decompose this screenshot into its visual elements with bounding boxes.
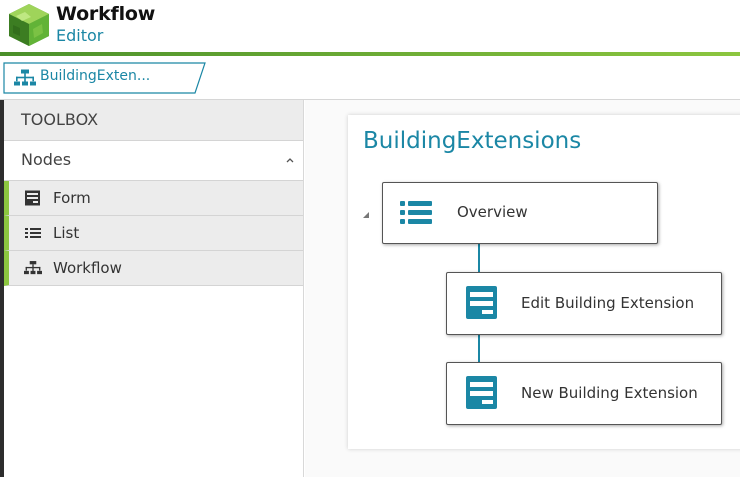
workflow-canvas[interactable]: BuildingExtensions Overview Edit Buildin… bbox=[305, 100, 740, 477]
tab-building-extensions[interactable]: BuildingExten... bbox=[3, 62, 206, 94]
node-connector bbox=[478, 244, 480, 272]
list-icon bbox=[25, 228, 41, 238]
nodes-section-label: Nodes bbox=[21, 150, 72, 169]
app-header: Workflow Editor bbox=[0, 0, 740, 52]
node-label: Edit Building Extension bbox=[521, 294, 695, 312]
collapse-triangle-icon[interactable] bbox=[362, 211, 370, 219]
form-icon bbox=[25, 190, 40, 206]
workflow-node-overview[interactable]: Overview bbox=[382, 182, 658, 244]
toolbox-item-label: Workflow bbox=[53, 259, 122, 277]
tab-bar: BuildingExten... bbox=[0, 56, 740, 100]
chevron-up-icon[interactable] bbox=[284, 154, 296, 166]
app-subtitle: Editor bbox=[56, 26, 104, 45]
form-icon bbox=[466, 286, 497, 319]
workflow-icon bbox=[14, 69, 36, 86]
workflow-icon bbox=[24, 261, 42, 275]
app-logo-icon bbox=[9, 4, 49, 46]
node-label: Overview bbox=[457, 203, 528, 221]
toolbox-item-form[interactable]: Form bbox=[4, 181, 303, 216]
toolbox-title: TOOLBOX bbox=[21, 110, 99, 129]
toolbox-header: TOOLBOX bbox=[4, 100, 303, 141]
nodes-section-header[interactable]: Nodes bbox=[4, 141, 303, 181]
toolbox-item-workflow[interactable]: Workflow bbox=[4, 251, 303, 286]
node-label: New Building Extension bbox=[521, 384, 698, 402]
tab-label: BuildingExten... bbox=[40, 68, 151, 84]
toolbox-panel: TOOLBOX Nodes Form List Workflow bbox=[4, 100, 304, 477]
toolbox-item-list[interactable]: List bbox=[4, 216, 303, 251]
form-icon bbox=[466, 376, 497, 409]
toolbox-item-label: Form bbox=[53, 189, 91, 207]
workflow-node-new-building-extension[interactable]: New Building Extension bbox=[446, 362, 722, 425]
node-connector bbox=[478, 335, 480, 362]
toolbox-item-label: List bbox=[53, 224, 80, 242]
workflow-node-edit-building-extension[interactable]: Edit Building Extension bbox=[446, 272, 722, 335]
list-icon bbox=[400, 201, 432, 224]
app-title: Workflow bbox=[56, 3, 156, 25]
workflow-title: BuildingExtensions bbox=[363, 128, 582, 154]
workflow-card: BuildingExtensions Overview Edit Buildin… bbox=[348, 115, 740, 449]
